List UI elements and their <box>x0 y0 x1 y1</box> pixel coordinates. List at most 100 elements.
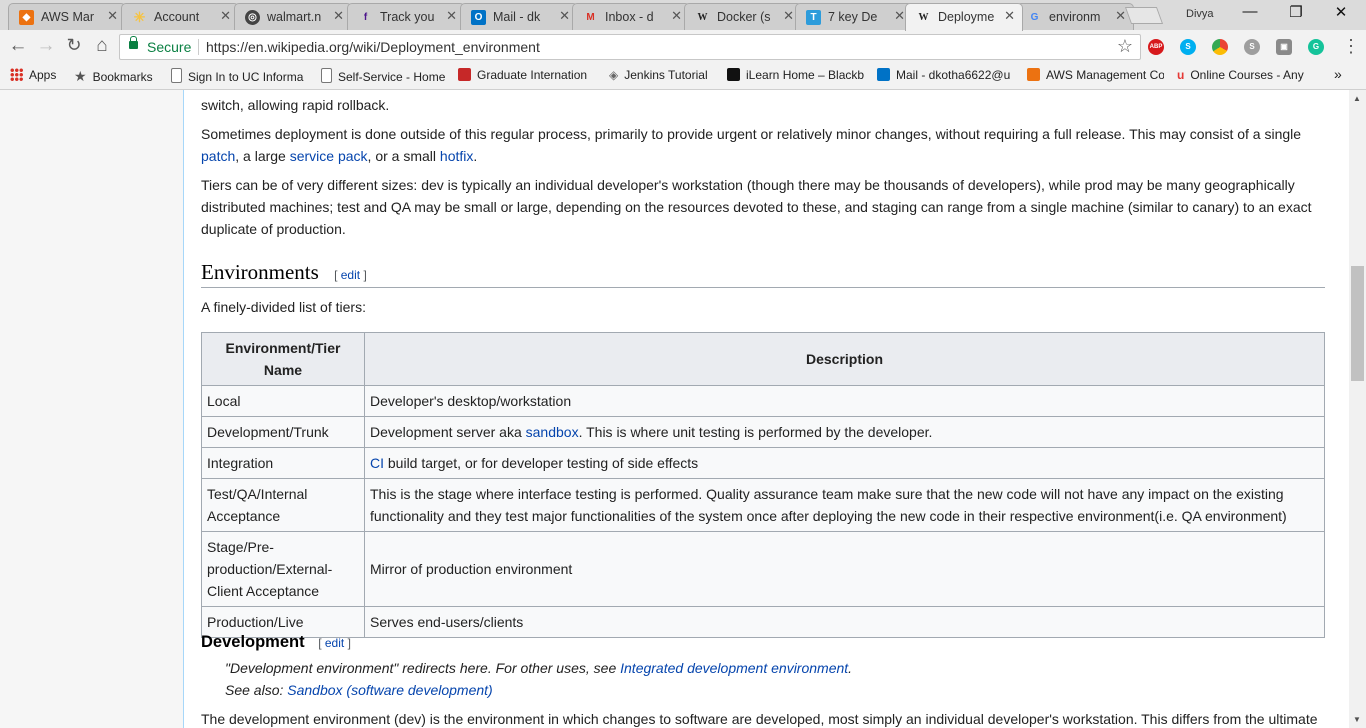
table-row: Production/Live Serves end-users/clients <box>201 606 1325 638</box>
link-hotfix[interactable]: hotfix <box>440 148 473 164</box>
minimize-button[interactable]: — <box>1230 3 1270 20</box>
back-arrow-icon[interactable]: ← <box>6 35 30 57</box>
browser-tab[interactable]: M Inbox - d ✕ <box>572 3 690 30</box>
wikipedia-icon: W <box>918 12 929 23</box>
tier-name: Integration <box>201 447 365 479</box>
uc-logo-icon <box>458 68 471 81</box>
close-tab-icon[interactable]: ✕ <box>1004 8 1015 24</box>
more-bookmarks-chevron-icon[interactable]: » <box>1334 66 1342 82</box>
wikipedia-icon: W <box>697 12 708 23</box>
abp-icon[interactable]: ABP <box>1148 39 1164 55</box>
tab-title: AWS Mar <box>41 10 95 24</box>
browser-tab[interactable]: W Docker (s ✕ <box>684 3 802 30</box>
tier-name: Development/Trunk <box>201 416 365 448</box>
skype-icon[interactable]: S <box>1180 39 1196 55</box>
bookmark-jenkins-tutorial[interactable]: ◈ Jenkins Tutorial <box>609 68 708 82</box>
skype-gray-icon[interactable]: S <box>1244 39 1260 55</box>
tab-title: Track you <box>380 10 435 24</box>
close-tab-icon[interactable]: ✕ <box>559 8 570 24</box>
bookmark-mail[interactable]: Mail - dkotha6622@u <box>877 68 1013 82</box>
tier-description: Development server aka sandbox. This is … <box>364 416 1325 448</box>
browser-tab[interactable]: f Track you ✕ <box>347 3 465 30</box>
maximize-button[interactable]: ❐ <box>1276 3 1316 21</box>
close-tab-icon[interactable]: ✕ <box>107 8 118 24</box>
chrome-color-icon[interactable] <box>1212 39 1228 55</box>
link-sandbox-software-development[interactable]: Sandbox (software development) <box>287 682 492 698</box>
gmail-icon: M <box>586 12 595 23</box>
browser-tab[interactable]: T 7 key De ✕ <box>795 3 913 30</box>
vertical-scrollbar[interactable]: ▲ ▼ <box>1349 90 1366 728</box>
tab-strip: ◆ AWS Mar ✕ ✳ Account ✕ ◎ walmart.n ✕ f … <box>0 0 1366 31</box>
bookmark-aws-management[interactable]: AWS Management Co <box>1027 68 1164 82</box>
reload-icon[interactable]: ↻ <box>62 35 86 56</box>
link-sandbox[interactable]: sandbox <box>526 424 579 440</box>
bookmark-apps[interactable]: Apps <box>10 68 56 82</box>
apps-grid-icon <box>10 68 23 81</box>
edit-section-link[interactable]: [ edit ] <box>318 636 351 650</box>
aws-icon: ◆ <box>19 10 34 25</box>
close-tab-icon[interactable]: ✕ <box>671 8 682 24</box>
link-patch[interactable]: patch <box>201 148 235 164</box>
blackboard-icon <box>727 68 740 81</box>
tier-name: Local <box>201 385 365 417</box>
new-tab-button[interactable] <box>1124 7 1164 24</box>
lock-icon <box>129 36 138 49</box>
close-tab-icon[interactable]: ✕ <box>894 8 905 24</box>
table-row: Stage/Pre-production/External-Client Acc… <box>201 531 1325 607</box>
scroll-up-arrow-icon[interactable]: ▲ <box>1353 94 1361 103</box>
outlook-icon <box>877 68 890 81</box>
udemy-icon: u <box>1177 68 1185 82</box>
table-header-row: Environment/Tier Name Description <box>201 332 1325 386</box>
table-row: Local Developer's desktop/workstation <box>201 385 1325 417</box>
close-tab-icon[interactable]: ✕ <box>783 8 794 24</box>
browser-tab[interactable]: O Mail - dk ✕ <box>460 3 578 30</box>
edit-section-link[interactable]: [ edit ] <box>334 268 367 282</box>
scrollbar-thumb[interactable] <box>1351 266 1364 381</box>
tier-description: Developer's desktop/workstation <box>364 385 1325 417</box>
link-service-pack[interactable]: service pack <box>290 148 368 164</box>
paragraph: switch, allowing rapid rollback. <box>201 97 390 113</box>
forward-arrow-icon[interactable]: → <box>34 35 58 57</box>
paragraph: The development environment (dev) is the… <box>201 711 1318 727</box>
close-window-button[interactable]: ✕ <box>1321 3 1361 21</box>
fedex-icon: f <box>363 12 368 23</box>
tab-title: Inbox - d <box>605 10 654 24</box>
bookmark-ilearn[interactable]: iLearn Home – Blackb <box>727 68 864 82</box>
close-tab-icon[interactable]: ✕ <box>220 8 231 24</box>
browser-tab-active[interactable]: W Deployme ✕ <box>905 3 1023 31</box>
section-heading-development: Development [ edit ] <box>201 633 351 651</box>
extension-gray-icon[interactable]: ▣ <box>1276 39 1292 55</box>
close-tab-icon[interactable]: ✕ <box>446 8 457 24</box>
grammarly-icon[interactable]: G <box>1308 39 1324 55</box>
browser-tab[interactable]: G environm ✕ <box>1016 3 1134 30</box>
browser-tab[interactable]: ✳ Account ✕ <box>121 3 239 30</box>
browser-tab[interactable]: ◎ walmart.n ✕ <box>234 3 352 30</box>
home-icon[interactable]: ⌂ <box>90 35 114 57</box>
link-ci[interactable]: CI <box>370 455 384 471</box>
profile-name[interactable]: Divya <box>1186 8 1214 20</box>
paragraph: Tiers can be of very different sizes: de… <box>201 177 1312 237</box>
google-icon: G <box>1030 12 1039 23</box>
bookmark-star-icon[interactable]: ☆ <box>1117 36 1133 57</box>
table-row: Test/QA/Internal Acceptance This is the … <box>201 478 1325 532</box>
address-bar[interactable]: Secure https://en.wikipedia.org/wiki/Dep… <box>119 34 1141 60</box>
tier-name: Stage/Pre-production/External-Client Acc… <box>201 531 365 607</box>
link-integrated-development-environment[interactable]: Integrated development environment <box>620 660 848 676</box>
menu-kebab-icon[interactable]: ⋮ <box>1342 36 1360 57</box>
bookmark-uc-information[interactable]: Sign In to UC Informa <box>171 68 304 84</box>
hatnote-redirect: "Development environment" redirects here… <box>225 660 853 676</box>
bookmark-self-service[interactable]: Self-Service - Home <box>321 68 445 84</box>
tab-title: Docker (s <box>717 10 771 24</box>
section-heading-environments: Environments [ edit ] <box>201 260 367 284</box>
bookmark-bookmarks[interactable]: ★ Bookmarks <box>74 68 153 85</box>
column-header: Description <box>364 332 1325 386</box>
url-text[interactable]: https://en.wikipedia.org/wiki/Deployment… <box>206 39 540 55</box>
close-tab-icon[interactable]: ✕ <box>1115 8 1126 24</box>
close-tab-icon[interactable]: ✕ <box>333 8 344 24</box>
browser-tab[interactable]: ◆ AWS Mar ✕ <box>8 3 126 30</box>
tier-description: CI build target, or for developer testin… <box>364 447 1325 479</box>
scroll-down-arrow-icon[interactable]: ▼ <box>1353 715 1361 724</box>
bookmark-online-courses[interactable]: u Online Courses - Any <box>1177 68 1312 82</box>
bookmark-graduate-international[interactable]: Graduate Internation <box>458 68 596 82</box>
tab-title: Deployme <box>938 10 995 24</box>
